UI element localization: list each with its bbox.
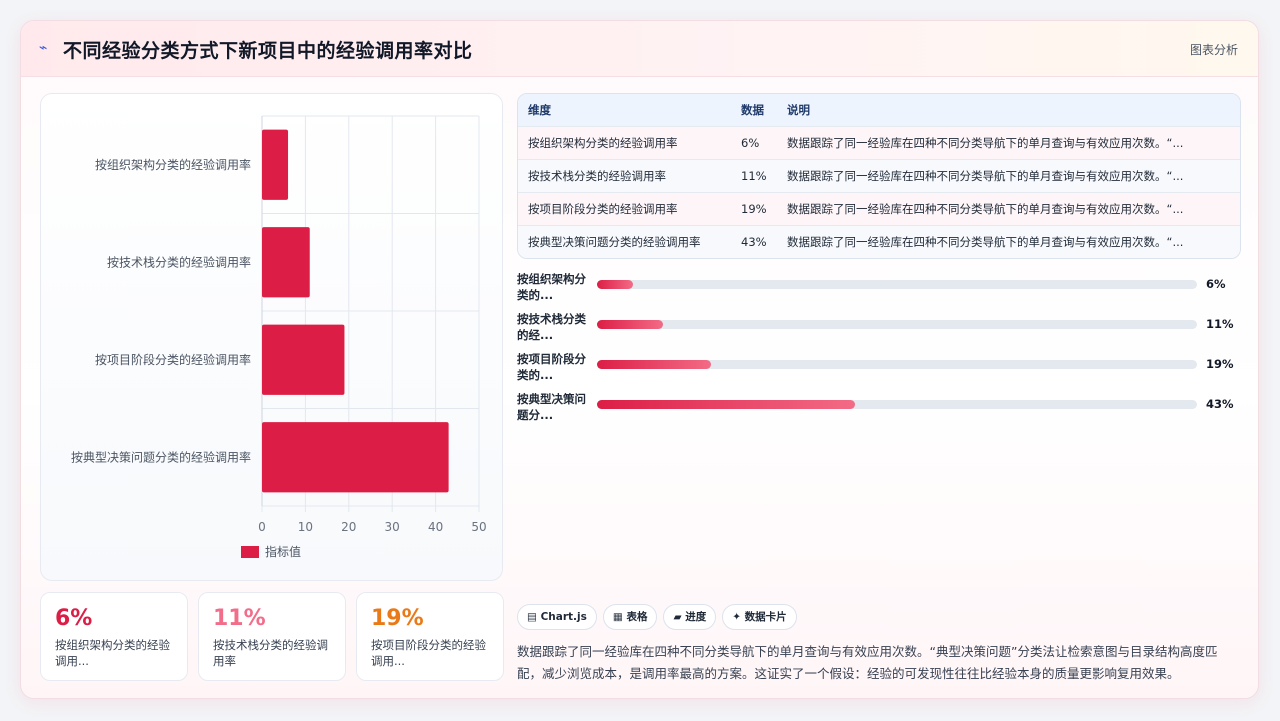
bar [262, 129, 289, 200]
progress-row: 按典型决策问题分... 43% [517, 391, 1241, 427]
table-cell: 数据跟踪了同一经验库在四种不同分类导航下的单月查询与有效应用次数。“... [787, 136, 1184, 150]
y-category-label: 按项目阶段分类的经验调用率 [95, 352, 251, 367]
dashboard-card: ⌁ 不同经验分类方式下新项目中的经验调用率对比 图表分析 0 10 20 30 40 50… [20, 20, 1259, 699]
table-header-cell: 数据 [741, 103, 764, 117]
table-header-row: 维度 数据 说明 [518, 94, 1240, 127]
table-header-cell: 说明 [787, 103, 810, 117]
progress-fill [597, 400, 855, 409]
table-cell: 11% [741, 169, 767, 183]
progress-row: 按项目阶段分类的... 19% [517, 351, 1241, 387]
y-category-label: 按技术栈分类的经验调用率 [107, 254, 251, 269]
table-cell: 数据跟踪了同一经验库在四种不同分类导航下的单月查询与有效应用次数。“... [787, 169, 1184, 183]
progress-value: 11% [1206, 317, 1234, 331]
table-row: 按技术栈分类的经验调用率 11% 数据跟踪了同一经验库在四种不同分类导航下的单月… [518, 160, 1240, 193]
progress-value: 6% [1206, 277, 1226, 291]
kpi-card-stage: 19% 按项目阶段分类的经验调用... [356, 592, 504, 681]
header-tag: 图表分析 [1189, 43, 1238, 57]
table-row: 按典型决策问题分类的经验调用率 43% 数据跟踪了同一经验库在四种不同分类导航下… [518, 226, 1240, 258]
progress-track [597, 320, 1197, 329]
chart-line-icon: ⌁ [39, 40, 48, 56]
progress-label: 按典型决策问题分... [517, 392, 586, 422]
bar-chart-panel: 0 10 20 30 40 50 按组织架构分类的经验调用率按技术栈分类的经验调用率按项目阶… [40, 93, 503, 581]
page-title: 不同经验分类方式下新项目中的经验调用率对比 [63, 40, 473, 62]
kpi-value: 11% [213, 606, 266, 631]
x-tick-label: 10 [298, 520, 313, 534]
y-category-label: 按典型决策问题分类的经验调用率 [71, 449, 251, 464]
progress-track [597, 400, 1197, 409]
kpi-label: 按项目阶段分类的经验调用... [371, 638, 486, 668]
bar-chart: 0 10 20 30 40 50 按组织架构分类的经验调用率按技术栈分类的经验调用率按项目阶… [71, 115, 487, 559]
kpi-card-tech: 11% 按技术栈分类的经验调用率 [198, 592, 346, 681]
progress-track [597, 280, 1197, 289]
progress-value: 19% [1206, 357, 1234, 371]
table-row: 按项目阶段分类的经验调用率 19% 数据跟踪了同一经验库在四种不同分类导航下的单… [518, 193, 1240, 226]
table-cell: 6% [741, 136, 760, 150]
data-table: 维度 数据 说明 按组织架构分类的经验调用率 6% 数据跟踪了同一经验库在四种不… [517, 93, 1241, 259]
progress-row: 按组织架构分类的... 6% [517, 271, 1241, 307]
progress-fill [597, 280, 633, 289]
legend-label: 指标值 [265, 544, 301, 559]
table-cell: 按技术栈分类的经验调用率 [528, 169, 666, 183]
x-tick-label: 20 [341, 520, 356, 534]
progress-track [597, 360, 1197, 369]
chip-progress[interactable]: ▰ 进度 [663, 604, 717, 630]
x-tick-label: 40 [428, 520, 443, 534]
chip-chartjs[interactable]: ▤ Chart.js [517, 604, 597, 630]
table-cell: 数据跟踪了同一经验库在四种不同分类导航下的单月查询与有效应用次数。“... [787, 202, 1184, 216]
progress-fill [597, 360, 711, 369]
progress-fill [597, 320, 663, 329]
table-cell: 数据跟踪了同一经验库在四种不同分类导航下的单月查询与有效应用次数。“... [787, 235, 1184, 249]
bar [262, 227, 310, 298]
progress-label: 按组织架构分类的... [517, 272, 586, 302]
kpi-label: 按组织架构分类的经验调用... [55, 638, 170, 668]
x-tick-label: 30 [385, 520, 400, 534]
table-cell: 19% [741, 202, 767, 216]
progress-label: 按技术栈分类的经... [517, 312, 586, 342]
x-tick-label: 0 [258, 520, 266, 534]
table-header-cell: 维度 [528, 103, 551, 117]
progress-label: 按项目阶段分类的... [517, 352, 586, 382]
table-row: 按组织架构分类的经验调用率 6% 数据跟踪了同一经验库在四种不同分类导航下的单月… [518, 127, 1240, 160]
y-category-label: 按组织架构分类的经验调用率 [95, 157, 251, 172]
legend-swatch [241, 546, 259, 558]
table-cell: 43% [741, 235, 767, 249]
table-cell: 按项目阶段分类的经验调用率 [528, 202, 678, 216]
table-cell: 按组织架构分类的经验调用率 [528, 136, 678, 150]
kpi-card-org: 6% 按组织架构分类的经验调用... [40, 592, 188, 681]
header-bar: ⌁ 不同经验分类方式下新项目中的经验调用率对比 图表分析 [21, 21, 1258, 77]
chip-table[interactable]: ▦ 表格 [602, 604, 658, 630]
kpi-value: 6% [55, 606, 93, 631]
bar [262, 422, 449, 493]
kpi-value: 19% [371, 606, 424, 631]
progress-value: 43% [1206, 397, 1234, 411]
table-cell: 按典型决策问题分类的经验调用率 [528, 235, 701, 249]
progress-row: 按技术栈分类的经... 11% [517, 311, 1241, 347]
x-tick-label: 50 [471, 520, 486, 534]
bar [262, 324, 345, 395]
tech-chips: ▤ Chart.js ▦ 表格 ▰ 进度 ✦ 数据卡片 [517, 604, 803, 630]
summary-text: 数据跟踪了同一经验库在四种不同分类导航下的单月查询与有效应用次数。“典型决策问题… [517, 644, 1218, 681]
kpi-label: 按技术栈分类的经验调用率 [213, 638, 328, 668]
chip-data-card[interactable]: ✦ 数据卡片 [722, 604, 797, 630]
